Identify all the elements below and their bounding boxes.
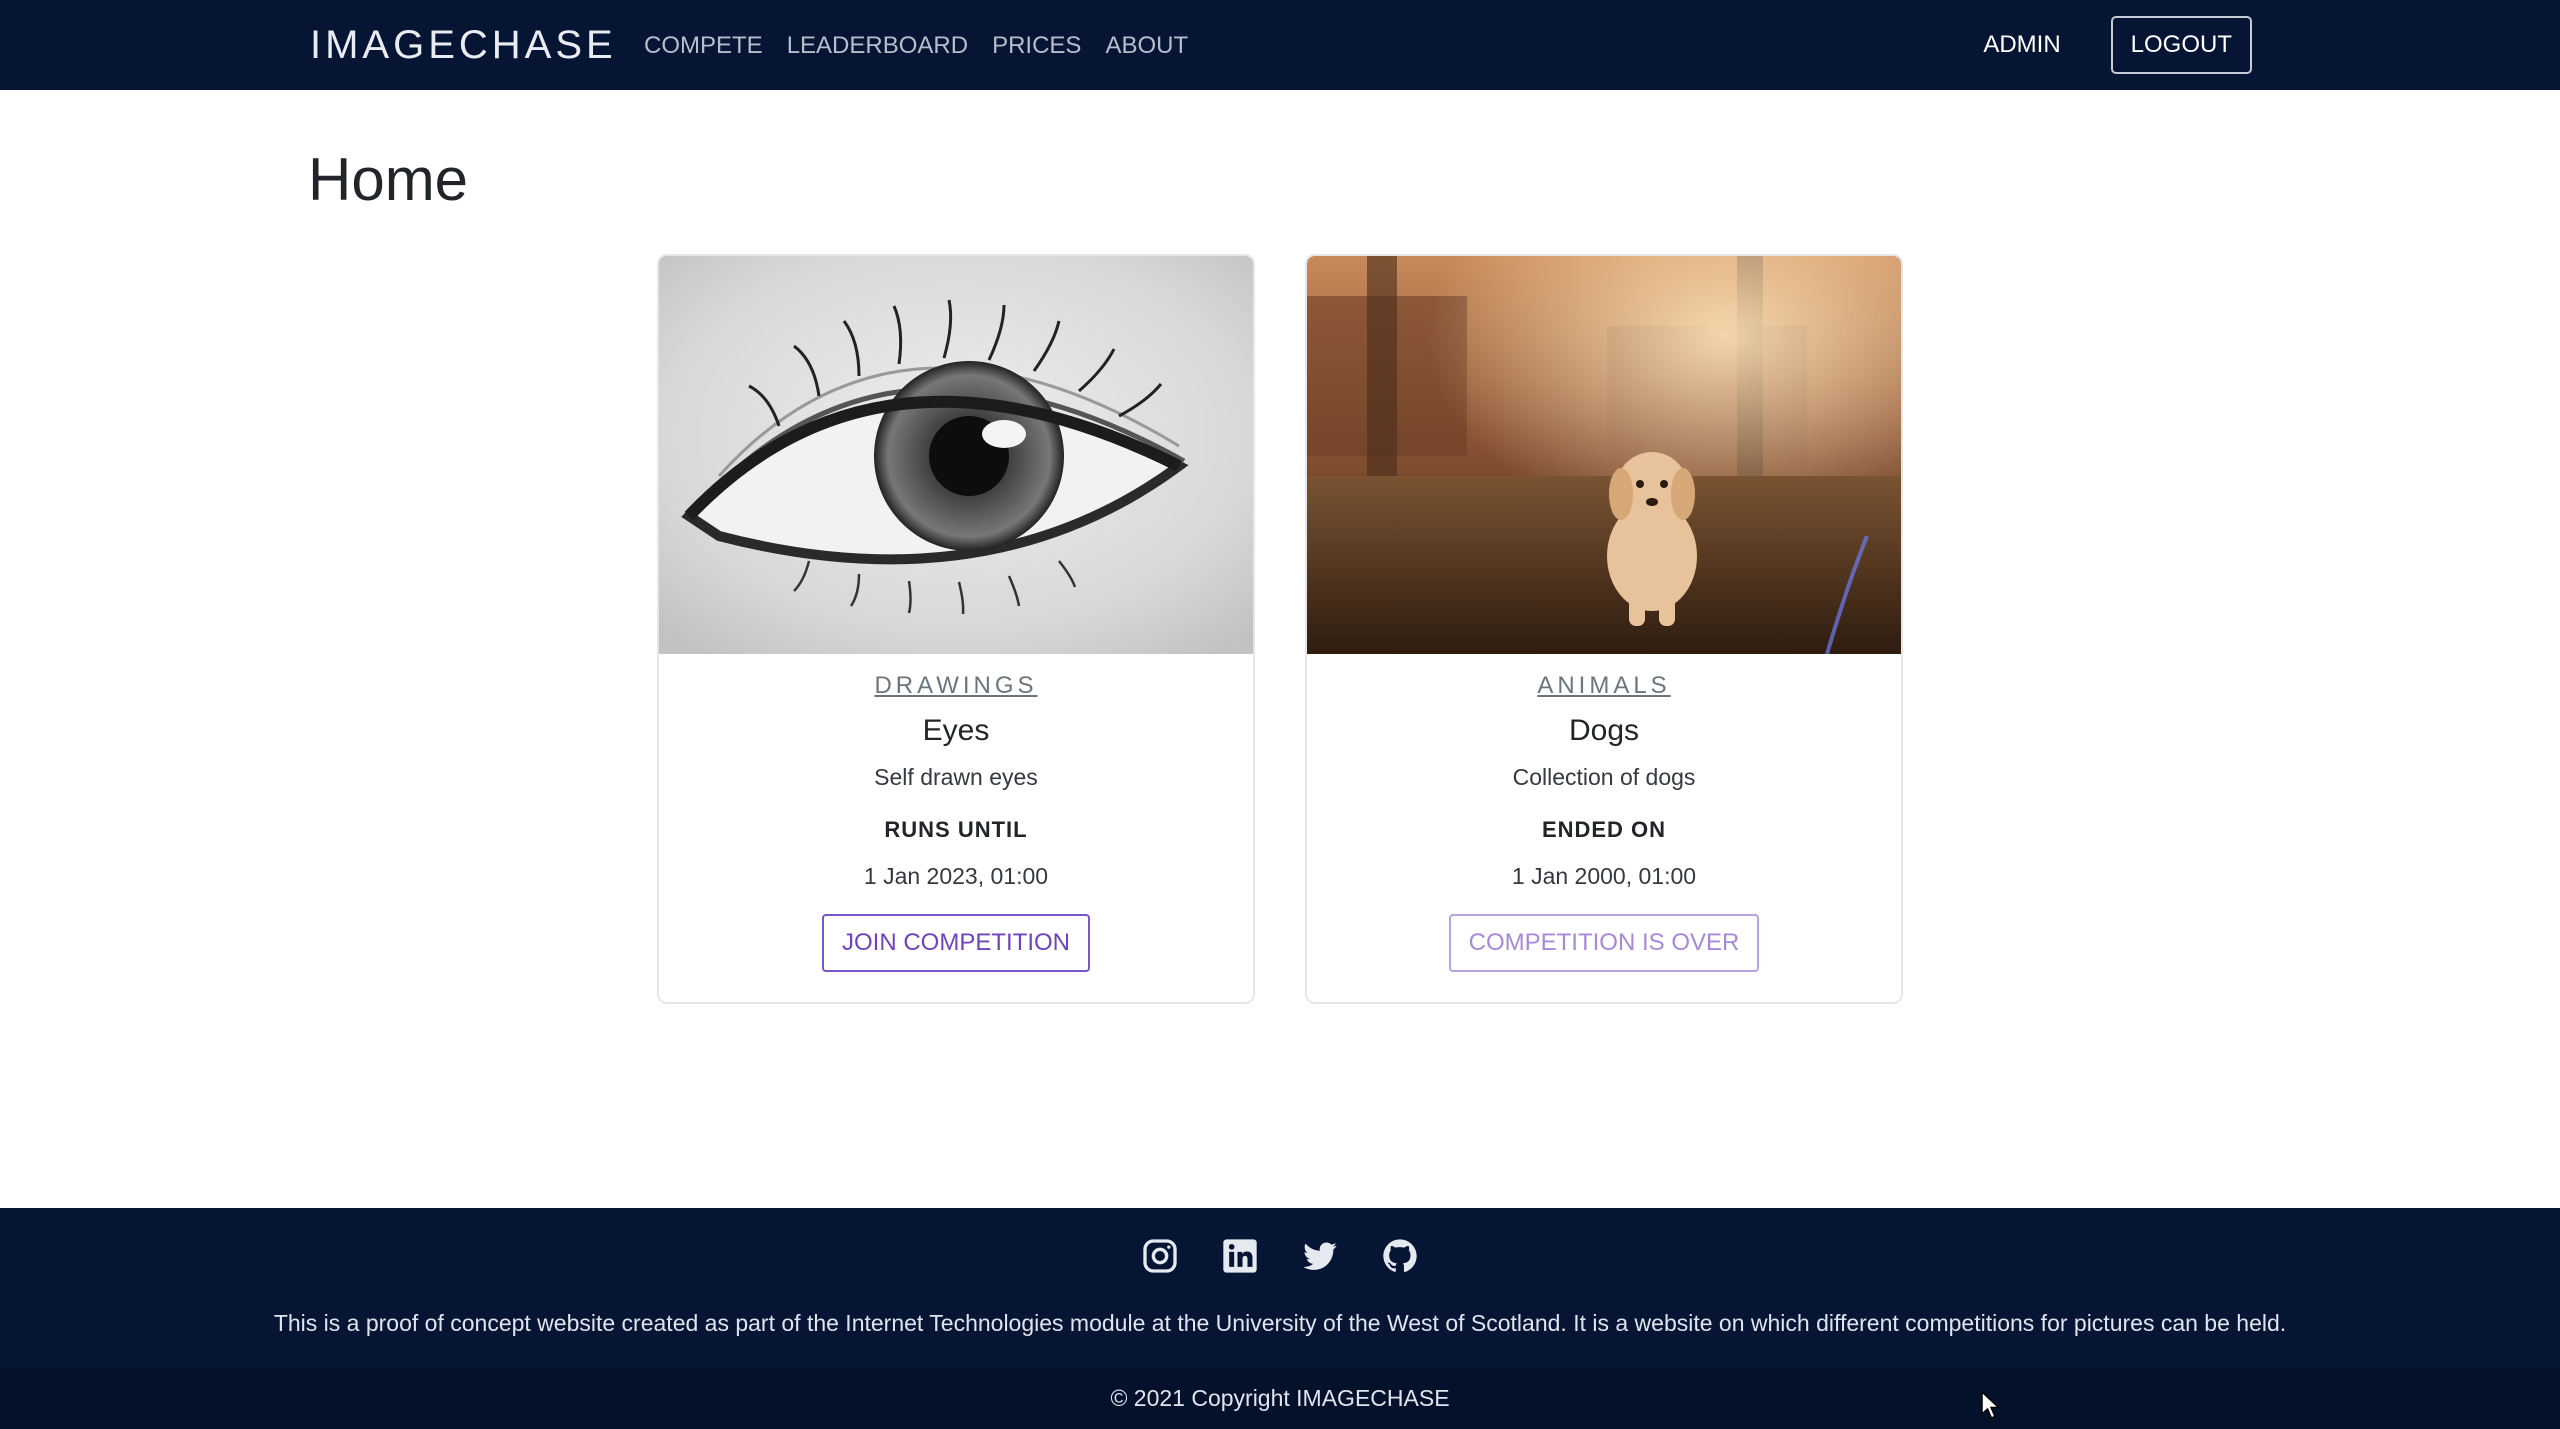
card-body: DRAWINGS Eyes Self drawn eyes RUNS UNTIL… [659, 654, 1253, 972]
main-nav: COMPETE LEADERBOARD PRICES ABOUT [644, 22, 1188, 70]
card-category-link[interactable]: DRAWINGS [874, 672, 1037, 700]
card-title: Dogs [1568, 714, 1640, 747]
card-description: Collection of dogs [1512, 764, 1696, 790]
page-title: Home [308, 146, 469, 213]
puppy-photo-image [1307, 256, 1901, 654]
competition-card-dogs: ANIMALS Dogs Collection of dogs ENDED ON… [1305, 254, 1903, 1004]
github-icon[interactable] [1380, 1236, 1420, 1276]
card-description: Self drawn eyes [874, 764, 1038, 790]
nav-link-compete[interactable]: COMPETE [644, 32, 763, 60]
card-date: 1 Jan 2000, 01:00 [1511, 863, 1697, 889]
footer-description: This is a proof of concept website creat… [273, 1310, 2287, 1336]
card-date: 1 Jan 2023, 01:00 [863, 863, 1049, 889]
eye-drawing-image [659, 256, 1253, 654]
card-date-label: RUNS UNTIL [884, 817, 1028, 842]
card-title: Eyes [922, 714, 990, 747]
competition-over-button: COMPETITION IS OVER [1448, 914, 1760, 972]
nav-link-admin[interactable]: ADMIN [1983, 31, 2060, 59]
footer: This is a proof of concept website creat… [0, 1208, 2560, 1429]
twitter-icon[interactable] [1300, 1236, 1340, 1276]
nav-user-area: ADMIN LOGOUT [1983, 16, 2252, 74]
card-date-label: ENDED ON [1541, 817, 1667, 842]
card-body: ANIMALS Dogs Collection of dogs ENDED ON… [1307, 654, 1901, 972]
navbar: IMAGECHASE COMPETE LEADERBOARD PRICES AB… [0, 0, 2560, 90]
nav-link-prices[interactable]: PRICES [992, 32, 1081, 60]
mouse-cursor-icon [1981, 1390, 2001, 1419]
copyright-text: © 2021 Copyright IMAGECHASE [1110, 1385, 1450, 1411]
nav-link-leaderboard[interactable]: LEADERBOARD [787, 32, 968, 60]
linkedin-icon[interactable] [1220, 1236, 1260, 1276]
nav-link-about[interactable]: ABOUT [1105, 32, 1188, 60]
competition-card-eyes: DRAWINGS Eyes Self drawn eyes RUNS UNTIL… [657, 254, 1255, 1004]
social-links [0, 1236, 2560, 1276]
join-competition-button[interactable]: JOIN COMPETITION [822, 914, 1090, 972]
copyright-bar: © 2021 Copyright IMAGECHASE [0, 1368, 2560, 1429]
logout-button[interactable]: LOGOUT [2110, 16, 2252, 74]
card-category-link[interactable]: ANIMALS [1537, 672, 1670, 700]
brand-logo[interactable]: IMAGECHASE [310, 18, 617, 72]
instagram-icon[interactable] [1140, 1236, 1180, 1276]
